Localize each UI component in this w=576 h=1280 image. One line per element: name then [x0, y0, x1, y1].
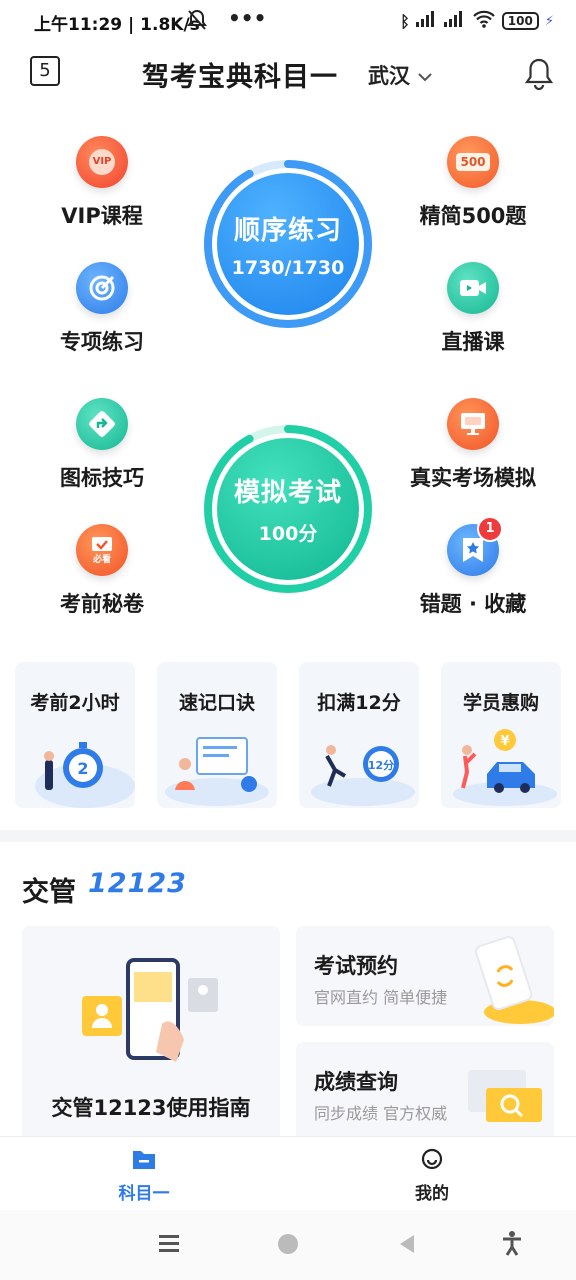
card-title: 扣满12分: [317, 692, 401, 714]
feature-label: 真实考场模拟: [410, 466, 536, 490]
mock-score-text: 100分: [258, 523, 318, 545]
nav-mine[interactable]: 我的: [372, 1147, 492, 1204]
feature-label: 精简500题: [419, 204, 527, 228]
feature-live-class[interactable]: 直播课: [398, 262, 548, 356]
card-title: 速记口诀: [178, 692, 255, 714]
board-500-icon: 500: [447, 136, 499, 188]
back-icon[interactable]: [396, 1232, 418, 1260]
mock-label: 模拟考试: [233, 478, 342, 508]
mute-icon: [186, 8, 208, 36]
city-label: 武汉: [368, 64, 410, 88]
chevron-down-icon: [417, 64, 433, 88]
bluetooth-icon: ᛒ: [400, 11, 410, 31]
status-time: 上午11:29 | 1.8K/s: [34, 15, 200, 35]
score-query-subtitle: 同步成绩 官方权威: [314, 1104, 448, 1123]
reading-illustration: [165, 737, 269, 806]
feature-simple-500[interactable]: 500 精简500题: [398, 136, 548, 230]
nav-label: 我的: [415, 1184, 449, 1204]
charging-icon: ⚡: [544, 13, 554, 29]
feature-label: 直播课: [441, 330, 505, 354]
folder-icon: [133, 1151, 155, 1169]
system-nav-bar: [0, 1210, 576, 1280]
feature-label: VIP课程: [61, 204, 143, 228]
exam-booking-subtitle: 官网直约 简单便捷: [314, 988, 448, 1007]
penalty-illustration: 12分: [311, 745, 415, 806]
target-icon: [76, 262, 128, 314]
guide-title: 交管12123使用指南: [51, 1096, 251, 1120]
feature-vip[interactable]: VIP VIP课程: [27, 136, 177, 230]
video-camera-icon: [447, 262, 499, 314]
svg-text:12分: 12分: [368, 758, 394, 772]
exam-booking-card[interactable]: 考试预约 官网直约 简单便捷: [296, 926, 554, 1026]
secret-paper-icon: 必看: [76, 524, 128, 576]
battery-indicator: 100: [501, 12, 539, 30]
status-bar: 上午11:29 | 1.8K/s ••• ᛒ 100 ⚡: [0, 0, 576, 44]
score-query-title: 成绩查询: [314, 1070, 398, 1094]
city-selector[interactable]: 武汉: [368, 60, 433, 90]
phone-booking-illustration: [475, 936, 554, 1024]
card-title: 学员惠购: [462, 692, 539, 714]
bottom-nav: 科目一 我的: [0, 1136, 576, 1211]
section-divider: [0, 830, 576, 842]
score-query-card[interactable]: 成绩查询 同步成绩 官方权威: [296, 1042, 554, 1142]
status-more: •••: [228, 6, 267, 30]
card-12-points[interactable]: 扣满12分 12分: [299, 662, 419, 808]
menu-icon[interactable]: [157, 1232, 181, 1258]
wifi-icon: [472, 10, 496, 32]
score-search-illustration: [468, 1070, 542, 1122]
monitor-icon: [447, 398, 499, 450]
feature-wrong-favorites[interactable]: 1 错题 · 收藏: [398, 516, 548, 618]
phone-guide-illustration: [82, 958, 218, 1062]
star-bookmark-icon: 1: [447, 516, 503, 576]
page-title: 驾考宝典科目一: [142, 62, 338, 93]
smile-icon: [421, 1148, 443, 1170]
nav-subject-one[interactable]: 科目一: [84, 1147, 204, 1204]
svg-text:2: 2: [77, 759, 88, 778]
nav-label: 科目一: [118, 1184, 170, 1204]
bell-icon[interactable]: [524, 56, 554, 91]
card-before-exam[interactable]: 考前2小时 2: [15, 662, 135, 808]
feature-label: 专项练习: [60, 330, 144, 354]
accessibility-icon[interactable]: [500, 1230, 524, 1260]
feature-icon-tips[interactable]: 图标技巧: [27, 398, 177, 492]
sequential-practice-button[interactable]: 顺序练习 1730/1730: [203, 159, 373, 329]
section-title: 交管: [22, 877, 76, 908]
feature-label: 错题 · 收藏: [419, 592, 527, 616]
wrong-count-badge: 1: [477, 516, 503, 542]
vip-icon: VIP: [76, 136, 128, 188]
section-number: 12123: [88, 868, 187, 899]
practice-progress-text: 1730/1730: [231, 256, 345, 279]
feature-real-exam[interactable]: 真实考场模拟: [398, 398, 548, 492]
feature-secret-paper[interactable]: 必看 考前秘卷: [27, 524, 177, 618]
stopwatch-illustration: 2: [35, 742, 135, 808]
exam-booking-title: 考试预约: [314, 954, 398, 978]
feature-special-practice[interactable]: 专项练习: [27, 262, 177, 356]
mock-exam-button[interactable]: 模拟考试 100分: [203, 424, 373, 594]
svg-text:¥: ¥: [500, 734, 509, 749]
guide-card[interactable]: 交管12123使用指南: [22, 926, 280, 1146]
calendar-icon[interactable]: 5: [30, 56, 60, 86]
home-icon[interactable]: [276, 1232, 300, 1260]
signal-hd-icon: [443, 11, 466, 31]
card-student-deals[interactable]: 学员惠购 ¥: [441, 662, 561, 808]
practice-label: 顺序练习: [233, 215, 342, 246]
signal-icon: [415, 11, 438, 31]
car-deal-illustration: ¥: [453, 729, 557, 806]
feature-label: 考前秘卷: [60, 592, 144, 616]
feature-label: 图标技巧: [60, 466, 144, 490]
status-right: ᛒ 100 ⚡: [400, 10, 554, 32]
card-title: 考前2小时: [30, 692, 120, 714]
card-quick-memory[interactable]: 速记口诀: [157, 662, 277, 808]
road-sign-icon: [76, 398, 128, 450]
